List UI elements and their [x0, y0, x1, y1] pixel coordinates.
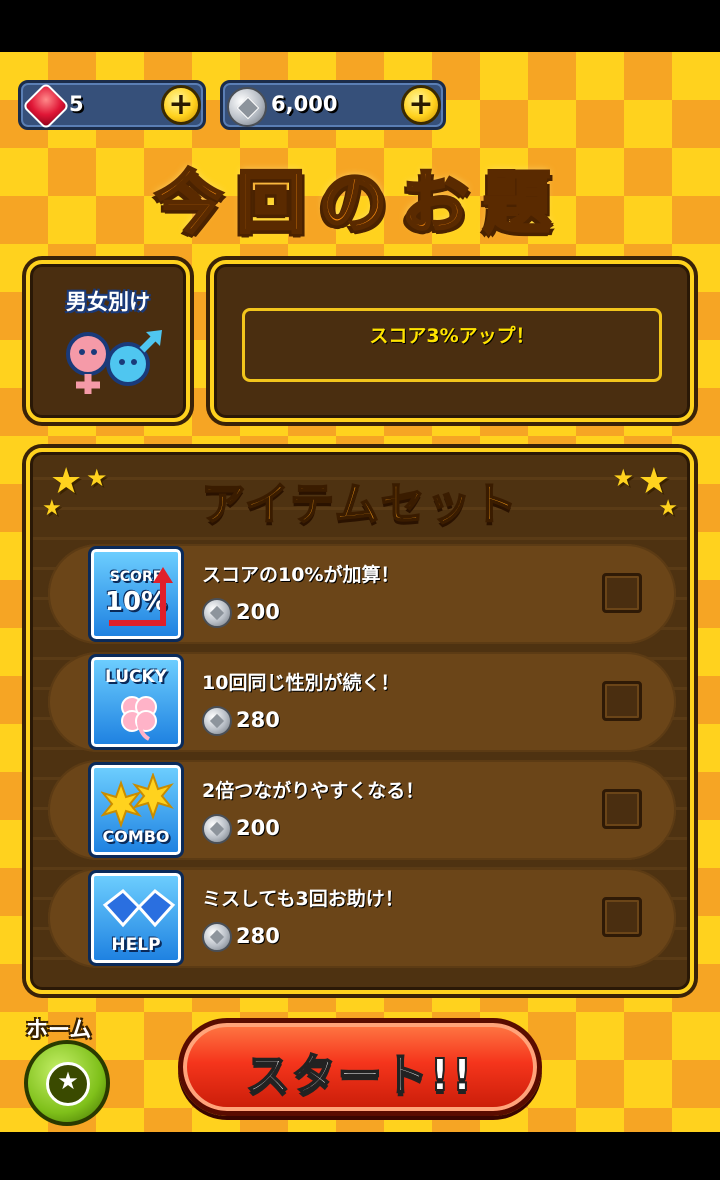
coin-icon: [202, 706, 232, 736]
gem-count: 5: [69, 92, 84, 116]
item-cost-value: 280: [236, 708, 280, 732]
theme-description-frame: スコア3%アップ！: [242, 308, 662, 382]
home-icon: [46, 1062, 90, 1106]
coin-count: 6,000: [271, 92, 338, 116]
item-description: スコアの10%が加算！: [202, 564, 400, 586]
item-cost-value: 200: [236, 816, 280, 840]
item-row-lucky[interactable]: LUCKY 10回同じ性別が続く！ 280: [48, 652, 676, 752]
item-set-title: アイテムセット: [200, 478, 519, 531]
item-description: ミスしても3回お助け！: [202, 888, 404, 910]
home-label: ホーム: [26, 1018, 92, 1043]
gem-icon: [21, 81, 71, 131]
theme-description: スコア3%アップ！: [369, 325, 535, 347]
home-button[interactable]: [24, 1040, 110, 1126]
item-cost-value: 200: [236, 600, 280, 624]
theme-icon-panel: 男女別け: [26, 260, 190, 422]
clover-shape-icon: [121, 696, 157, 741]
coin-counter: 6,000 +: [220, 80, 446, 130]
coin-icon: [202, 598, 232, 628]
item-description: 2倍つながりやすくなる！: [202, 780, 425, 802]
coin-icon: [202, 814, 232, 844]
gem-counter: 5 +: [18, 80, 206, 131]
page-title: 今回のお題: [153, 163, 565, 245]
coin-icon: [227, 87, 267, 127]
add-coins-button[interactable]: +: [401, 85, 441, 125]
helping-hands-icon: [102, 889, 176, 928]
item-checkbox[interactable]: [602, 573, 642, 613]
item-icon-label: COMBO: [102, 827, 170, 846]
arrow-up-icon: [109, 567, 173, 626]
clover-icon: LUCKY: [88, 654, 184, 750]
item-row-help[interactable]: HELP ミスしても3回お助け！ 280: [48, 868, 676, 968]
combo-burst-icon: COMBO: [88, 762, 184, 858]
burst-icon: [101, 773, 174, 828]
score-up-icon: SCORE 10%: [88, 546, 184, 642]
game-screen: 5 + 6,000 + 今回のお題 男女別け スコア3%アップ！ ★ ★ ★ ★…: [0, 52, 720, 1132]
item-set-panel: ★ ★ ★ ★ ★ ★ アイテムセット SCORE 10% スコアの10%が加算…: [26, 448, 694, 994]
start-label: スタート!!: [245, 1049, 475, 1102]
item-description: 10回同じ性別が続く！: [202, 672, 400, 694]
handshake-icon: HELP: [88, 870, 184, 966]
start-button[interactable]: スタート!!: [178, 1018, 542, 1116]
theme-description-panel: スコア3%アップ！: [210, 260, 694, 422]
item-row-combo[interactable]: COMBO 2倍つながりやすくなる！ 200: [48, 760, 676, 860]
item-checkbox[interactable]: [602, 897, 642, 937]
item-icon-label: HELP: [111, 935, 161, 955]
item-row-score[interactable]: SCORE 10% スコアの10%が加算！ 200: [48, 544, 676, 644]
item-checkbox[interactable]: [602, 681, 642, 721]
add-gems-button[interactable]: +: [161, 85, 201, 125]
theme-name: 男女別け: [66, 290, 150, 314]
item-cost-value: 280: [236, 924, 280, 948]
coin-icon: [202, 922, 232, 952]
item-checkbox[interactable]: [602, 789, 642, 829]
gender-icon: [66, 330, 162, 394]
item-icon-label: LUCKY: [105, 667, 167, 687]
